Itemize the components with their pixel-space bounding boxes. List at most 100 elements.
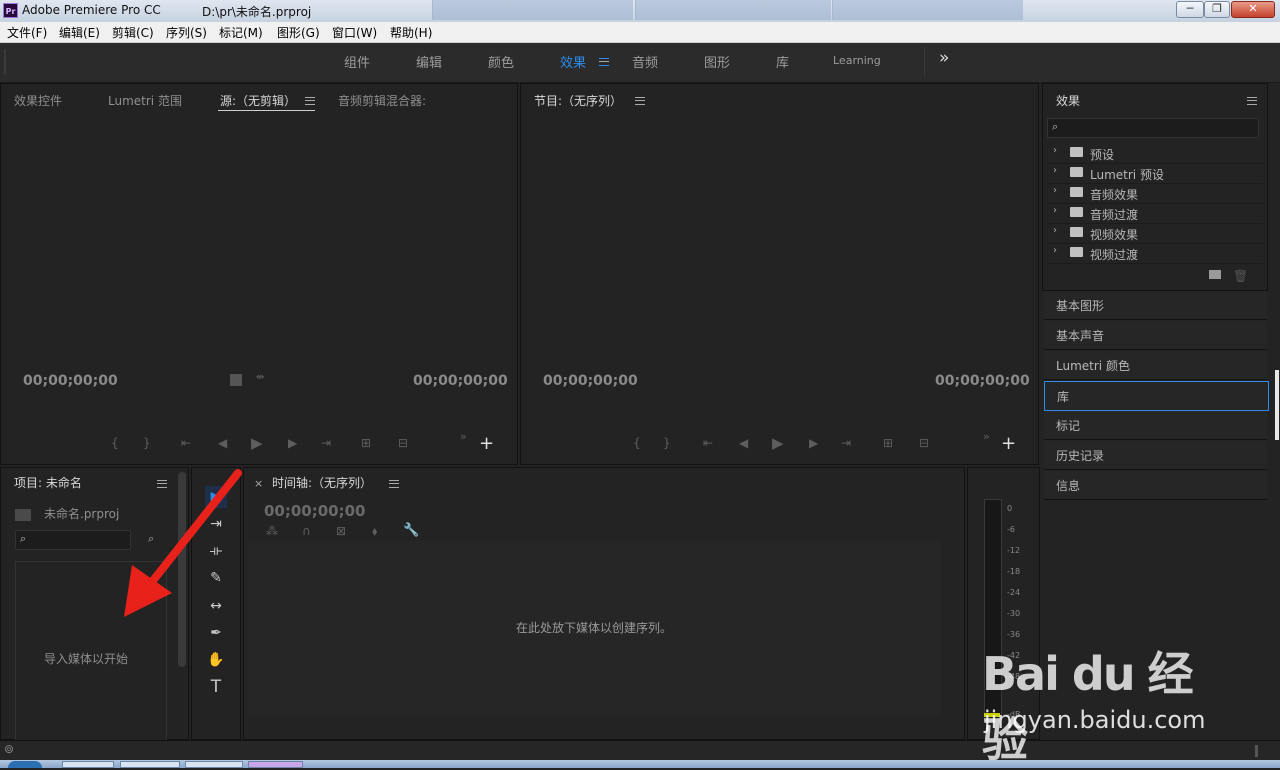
section-info[interactable]: 信息	[1044, 471, 1267, 500]
more-controls-icon[interactable]: »	[460, 430, 467, 443]
section-essential-sound[interactable]: 基本声音	[1044, 321, 1267, 350]
menu-help[interactable]: 帮助(H)	[390, 24, 432, 41]
sync-icon[interactable]: ⊚	[4, 742, 14, 756]
workspace-tab-effects[interactable]: 效果	[560, 52, 586, 71]
step-back-icon[interactable]: ◀	[739, 436, 748, 450]
restore-button[interactable]: ❐	[1204, 1, 1230, 18]
menu-file[interactable]: 文件(F)	[7, 24, 47, 41]
type-tool-icon[interactable]: T	[205, 676, 227, 698]
close-button[interactable]: ✕	[1231, 1, 1275, 18]
go-to-in-icon[interactable]: ⇤	[703, 436, 713, 450]
section-history[interactable]: 历史记录	[1044, 441, 1267, 470]
more-controls-icon[interactable]: »	[983, 430, 990, 443]
workspace-tab-editing[interactable]: 编辑	[416, 52, 442, 71]
workspace-tab-audio[interactable]: 音频	[632, 52, 658, 71]
step-forward-icon[interactable]: ▶	[288, 436, 297, 450]
effects-panel-title[interactable]: 效果	[1056, 92, 1080, 109]
workspace-tab-assembly[interactable]: 组件	[344, 52, 370, 71]
pen-tool-icon[interactable]: ✒	[205, 622, 227, 644]
project-panel-title[interactable]: 项目: 未命名	[14, 474, 82, 491]
go-to-in-icon[interactable]: ⇤	[181, 436, 191, 450]
section-essential-graphics[interactable]: 基本图形	[1044, 291, 1267, 320]
start-button[interactable]	[8, 761, 42, 768]
drag-audio-icon[interactable]: ⇹	[256, 372, 264, 383]
add-button-icon[interactable]: +	[479, 433, 494, 454]
workspace-tab-libraries[interactable]: 库	[776, 52, 789, 71]
mark-out-icon[interactable]: }	[143, 436, 151, 450]
menu-edit[interactable]: 编辑(E)	[59, 24, 100, 41]
section-markers[interactable]: 标记	[1044, 411, 1267, 440]
new-bin-icon[interactable]	[1209, 270, 1221, 279]
taskbar-app-button[interactable]	[62, 761, 114, 768]
workspace-tab-graphics[interactable]: 图形	[704, 52, 730, 71]
panel-menu-icon[interactable]	[635, 97, 645, 105]
timeline-panel-title[interactable]: 时间轴:（无序列）	[272, 474, 372, 491]
menu-marker[interactable]: 标记(M)	[219, 24, 263, 41]
menu-graphics[interactable]: 图形(G)	[277, 24, 320, 41]
play-icon[interactable]: ▶	[772, 434, 784, 452]
effects-tree-item-audio-transitions[interactable]: › 音频过渡	[1048, 203, 1263, 224]
play-icon[interactable]: ▶	[251, 434, 263, 452]
timeline-drop-area[interactable]: 在此处放下媒体以创建序列。	[248, 541, 941, 716]
tab-program[interactable]: 节目:（无序列）	[534, 92, 622, 109]
go-to-out-icon[interactable]: ⇥	[841, 436, 851, 450]
source-timecode-duration[interactable]: 00;00;00;00	[413, 373, 508, 389]
more-workspaces-icon[interactable]: »	[939, 48, 949, 68]
panel-menu-icon[interactable]	[1247, 97, 1257, 105]
tab-lumetri-scopes[interactable]: Lumetri 范围	[108, 92, 182, 109]
effects-tree-item-audio-effects[interactable]: › 音频效果	[1048, 183, 1263, 204]
nest-icon[interactable]: ⁂	[266, 524, 278, 538]
chevron-right-icon: ›	[1053, 145, 1057, 156]
section-libraries[interactable]: 库	[1044, 381, 1269, 411]
tab-source[interactable]: 源:（无剪辑）	[220, 92, 296, 109]
minimize-button[interactable]: ─	[1176, 1, 1204, 18]
program-timecode-current[interactable]: 00;00;00;00	[543, 373, 638, 389]
premiere-logo-icon: Pr	[3, 3, 18, 18]
step-forward-icon[interactable]: ▶	[809, 436, 818, 450]
effects-tree-item-presets[interactable]: › 预设	[1048, 143, 1263, 164]
mark-out-icon[interactable]: }	[663, 436, 671, 450]
hand-tool-icon[interactable]: ✋	[205, 649, 227, 671]
effects-tree-item-video-effects[interactable]: › 视频效果	[1048, 223, 1263, 244]
source-timecode-current[interactable]: 00;00;00;00	[23, 373, 118, 389]
taskbar-app-button[interactable]	[185, 761, 243, 768]
workspace-menu-icon[interactable]	[599, 58, 609, 66]
background-window-tab	[432, 0, 633, 20]
delete-icon[interactable]: 🗑	[1233, 269, 1248, 283]
effects-search-input[interactable]: ⌕	[1047, 118, 1259, 138]
overwrite-icon[interactable]: ⊟	[398, 436, 408, 450]
program-timecode-duration[interactable]: 00;00;00;00	[935, 373, 1030, 389]
tab-audio-clip-mixer[interactable]: 音频剪辑混合器:	[338, 92, 426, 109]
chevron-right-icon: ›	[1053, 165, 1057, 176]
effects-tree-item-lumetri-presets[interactable]: › Lumetri 预设	[1048, 163, 1263, 184]
mark-in-icon[interactable]: {	[111, 436, 119, 450]
section-lumetri-color[interactable]: Lumetri 颜色	[1044, 351, 1267, 380]
add-button-icon[interactable]: +	[1001, 433, 1016, 454]
workspace-tab-learning[interactable]: Learning	[833, 54, 881, 67]
step-back-icon[interactable]: ◀	[218, 436, 227, 450]
effects-tree-item-video-transitions[interactable]: › 视频过渡	[1048, 243, 1263, 264]
panel-menu-icon[interactable]	[389, 480, 399, 488]
menu-sequence[interactable]: 序列(S)	[166, 24, 207, 41]
go-to-out-icon[interactable]: ⇥	[321, 436, 331, 450]
drag-video-icon[interactable]	[230, 374, 242, 386]
menu-clip[interactable]: 剪辑(C)	[112, 24, 154, 41]
extract-icon[interactable]: ⊟	[919, 436, 929, 450]
linked-selection-icon[interactable]: ⊠	[336, 524, 346, 538]
menu-window[interactable]: 窗口(W)	[332, 24, 377, 41]
timeline-timecode[interactable]: 00;00;00;00	[264, 502, 366, 520]
side-scroll-handle[interactable]	[1275, 370, 1279, 440]
taskbar-premiere-button[interactable]	[248, 761, 303, 768]
lift-icon[interactable]: ⊞	[883, 436, 893, 450]
add-marker-icon[interactable]: ⬧	[372, 524, 377, 539]
close-icon[interactable]: ×	[254, 477, 263, 490]
wrench-icon[interactable]: 🔧	[403, 523, 419, 538]
resize-grip-icon[interactable]	[1255, 745, 1258, 757]
panel-menu-icon[interactable]	[305, 97, 315, 105]
snap-icon[interactable]: ∩	[302, 524, 311, 538]
workspace-tab-color[interactable]: 颜色	[488, 52, 514, 71]
tab-effect-controls[interactable]: 效果控件	[14, 92, 62, 109]
insert-icon[interactable]: ⊞	[361, 436, 371, 450]
mark-in-icon[interactable]: {	[633, 436, 641, 450]
taskbar-app-button[interactable]	[120, 761, 180, 768]
